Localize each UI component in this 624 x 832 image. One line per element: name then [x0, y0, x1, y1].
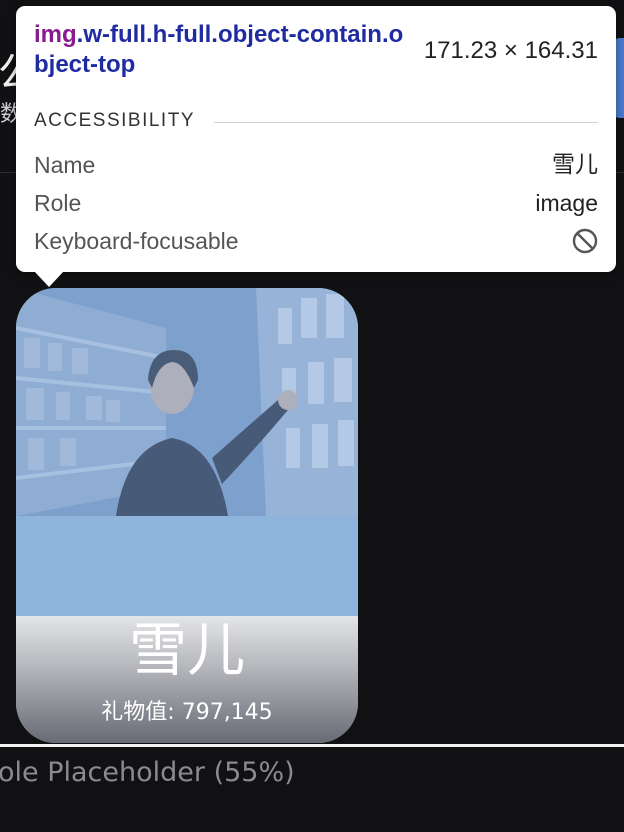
- accessibility-heading: ACCESSIBILITY: [34, 110, 195, 131]
- element-size: 171.23 × 164.31: [423, 37, 598, 64]
- element-selector: img.w-full.h-full.object-contain.object-…: [34, 20, 404, 80]
- a11y-row-keyboard: Keyboard-focusable: [34, 224, 598, 258]
- accessibility-divider: [214, 122, 598, 123]
- not-allowed-icon: [572, 228, 598, 254]
- placeholder-label: ole Placeholder (55%): [0, 757, 295, 788]
- a11y-name-label: Name: [34, 152, 96, 178]
- a11y-keyboard-label: Keyboard-focusable: [34, 228, 239, 254]
- a11y-row-name: Name 雪儿: [34, 148, 598, 182]
- user-photo: [16, 288, 358, 516]
- tooltip-pointer: [34, 271, 64, 287]
- user-card[interactable]: 雪儿 礼物值: 797,145: [16, 288, 358, 743]
- gift-value: 礼物值: 797,145: [101, 700, 273, 725]
- photo-placeholder-area: [16, 516, 358, 616]
- selector-classes: .w-full.h-full.object-contain.object-top: [34, 21, 404, 78]
- a11y-role-label: Role: [34, 190, 82, 216]
- inspect-tooltip: img.w-full.h-full.object-contain.object-…: [16, 6, 616, 272]
- selector-tag: img: [34, 21, 77, 48]
- section-divider: [0, 744, 624, 747]
- user-name: 雪儿: [128, 616, 245, 684]
- a11y-row-role: Role image: [34, 186, 598, 220]
- a11y-role-value: image: [535, 190, 598, 216]
- a11y-name-value: 雪儿: [552, 152, 598, 178]
